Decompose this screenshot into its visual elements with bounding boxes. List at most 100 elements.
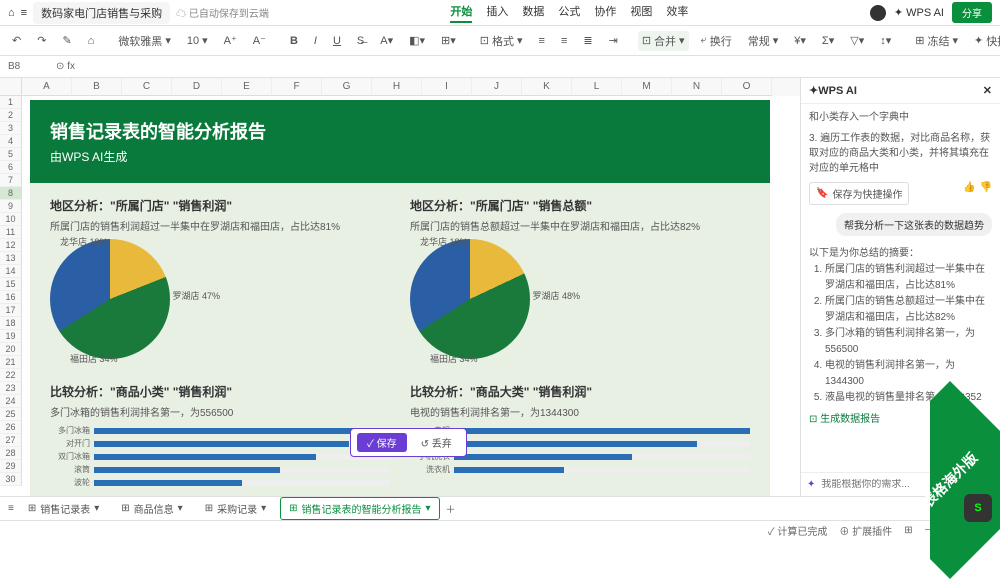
align-center-icon[interactable]: ≡ [557, 33, 571, 49]
filter-icon[interactable]: ▽▾ [846, 32, 868, 49]
spreadsheet[interactable]: A B C D E F G H I J K L M N O 1234567891… [0, 78, 800, 496]
col-header[interactable]: A [22, 78, 72, 96]
col-header[interactable]: C [122, 78, 172, 96]
menu-formula[interactable]: 公式 [558, 3, 580, 23]
row-header[interactable]: 11 [0, 226, 22, 239]
col-header[interactable]: N [672, 78, 722, 96]
fx-icon[interactable]: ⊙ fx [56, 61, 75, 72]
col-header[interactable]: F [272, 78, 322, 96]
col-header[interactable]: G [322, 78, 372, 96]
sheet-tab[interactable]: ⊞ 销售记录表 ▾ [20, 498, 107, 519]
merge-button[interactable]: ⊡ 合并▾ [638, 31, 689, 51]
row-header[interactable]: 10 [0, 213, 22, 226]
menu-icon[interactable]: ≡ [21, 7, 27, 19]
strike-icon[interactable]: S̶ [353, 33, 368, 49]
row-header[interactable]: 13 [0, 252, 22, 265]
col-header[interactable]: B [72, 78, 122, 96]
italic-icon[interactable]: I [310, 33, 321, 49]
add-sheet-icon[interactable]: ＋ [446, 501, 456, 516]
menu-view[interactable]: 视图 [630, 3, 652, 23]
size-select[interactable]: 10 ▾ [183, 32, 212, 49]
border-icon[interactable]: ⊞▾ [437, 32, 460, 49]
menu-data[interactable]: 数据 [522, 3, 544, 23]
col-header[interactable]: D [172, 78, 222, 96]
sheet-tab[interactable]: ⊞ 商品信息 ▾ [113, 498, 190, 519]
tabs-menu-icon[interactable]: ≡ [8, 503, 14, 514]
align-v-icon[interactable]: ≣ [579, 32, 596, 49]
share-button[interactable]: 分享 [952, 2, 992, 23]
row-header[interactable]: 6 [0, 161, 22, 174]
sum-icon[interactable]: Σ▾ [818, 32, 838, 49]
indent-icon[interactable]: ⇥ [605, 32, 622, 49]
bold-icon[interactable]: B [286, 33, 302, 49]
brush-icon[interactable]: ⌂ [84, 33, 99, 49]
paint-icon[interactable]: ✎ [58, 32, 75, 49]
col-header[interactable]: H [372, 78, 422, 96]
format-dropdown[interactable]: ⊡ 格式▾ [476, 31, 527, 51]
menu-eff[interactable]: 效率 [666, 3, 688, 23]
home-icon[interactable]: ⌂ [8, 7, 15, 19]
thumbs-up-icon[interactable]: 👍 [963, 182, 975, 193]
row-header[interactable]: 9 [0, 200, 22, 213]
thumbs-down-icon[interactable]: 👎 [980, 182, 992, 193]
menu-start[interactable]: 开始 [450, 3, 472, 23]
row-header[interactable]: 29 [0, 460, 22, 473]
freeze-button[interactable]: ⊞ 冻结▾ [911, 31, 962, 51]
wrap-button[interactable]: ⤶ 换行 [697, 31, 736, 51]
col-header[interactable]: I [422, 78, 472, 96]
row-header[interactable]: 24 [0, 395, 22, 408]
row-header[interactable]: 20 [0, 343, 22, 356]
avatar[interactable] [870, 5, 886, 21]
row-header[interactable]: 30 [0, 473, 22, 486]
cell-reference[interactable]: B8 [8, 61, 48, 72]
discard-button[interactable]: ↺ 丢弃 [413, 433, 460, 452]
col-header[interactable]: O [722, 78, 772, 96]
align-left-icon[interactable]: ≡ [535, 33, 549, 49]
row-header[interactable]: 19 [0, 330, 22, 343]
row-header[interactable]: 8 [0, 187, 22, 200]
row-header[interactable]: 3 [0, 122, 22, 135]
row-header[interactable]: 14 [0, 265, 22, 278]
col-header[interactable]: M [622, 78, 672, 96]
undo-icon[interactable]: ↶ [8, 32, 25, 49]
fill-color-icon[interactable]: ◧▾ [405, 32, 429, 49]
redo-icon[interactable]: ↷ [33, 32, 50, 49]
save-quick-action[interactable]: 🔖 保存为快捷操作 [809, 182, 909, 205]
underline-icon[interactable]: U [329, 33, 345, 49]
sort-icon[interactable]: ↕▾ [876, 32, 895, 49]
wps-ai-button[interactable]: ✦ WPS AI [894, 6, 944, 19]
extensions[interactable]: ⊕ 扩展插件 [839, 523, 892, 538]
row-header[interactable]: 1 [0, 96, 22, 109]
col-header[interactable]: E [222, 78, 272, 96]
close-icon[interactable]: ✕ [983, 84, 992, 97]
menu-collab[interactable]: 协作 [594, 3, 616, 23]
save-button[interactable]: ✓ 保存 [357, 433, 407, 452]
row-header[interactable]: 12 [0, 239, 22, 252]
row-header[interactable]: 15 [0, 278, 22, 291]
menu-insert[interactable]: 插入 [486, 3, 508, 23]
document-tab[interactable]: 数码家电门店销售与采购 [33, 2, 170, 24]
row-header[interactable]: 4 [0, 135, 22, 148]
size-down-icon[interactable]: A⁻ [249, 32, 270, 49]
col-header[interactable]: K [522, 78, 572, 96]
row-header[interactable]: 21 [0, 356, 22, 369]
size-up-icon[interactable]: A⁺ [220, 32, 241, 49]
font-select[interactable]: 微软雅黑 ▾ [114, 31, 175, 51]
row-header[interactable]: 23 [0, 382, 22, 395]
row-header[interactable]: 26 [0, 421, 22, 434]
row-header[interactable]: 27 [0, 434, 22, 447]
row-header[interactable]: 7 [0, 174, 22, 187]
font-color-icon[interactable]: A▾ [376, 32, 397, 49]
row-header[interactable]: 17 [0, 304, 22, 317]
row-header[interactable]: 2 [0, 109, 22, 122]
currency-icon[interactable]: ¥▾ [790, 32, 810, 49]
row-header[interactable]: 25 [0, 408, 22, 421]
sheet-tab[interactable]: ⊞ 采购记录 ▾ [197, 498, 274, 519]
sheet-tab-active[interactable]: ⊞ 销售记录表的智能分析报告 ▾ [280, 497, 439, 520]
row-header[interactable]: 22 [0, 369, 22, 382]
row-header[interactable]: 18 [0, 317, 22, 330]
col-header[interactable]: J [472, 78, 522, 96]
row-header[interactable]: 16 [0, 291, 22, 304]
row-header[interactable]: 5 [0, 148, 22, 161]
row-header[interactable]: 28 [0, 447, 22, 460]
